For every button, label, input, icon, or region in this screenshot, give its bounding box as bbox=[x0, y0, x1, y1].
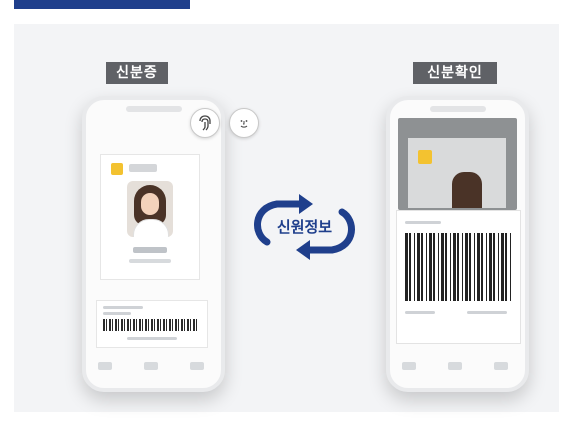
tab-bar bbox=[402, 362, 508, 374]
barcode-card bbox=[96, 300, 208, 348]
barcode bbox=[405, 233, 511, 301]
name-placeholder bbox=[133, 247, 167, 253]
face-id-icon bbox=[229, 108, 259, 138]
emblem-caption-placeholder bbox=[129, 164, 157, 172]
avatar bbox=[127, 181, 173, 237]
emblem-icon bbox=[111, 163, 123, 175]
phone-id-card bbox=[82, 96, 225, 392]
sync-badge: 신원정보 bbox=[247, 190, 362, 264]
verification-result-sheet bbox=[396, 210, 521, 344]
text-line-placeholder bbox=[405, 221, 441, 224]
avatar bbox=[452, 172, 482, 208]
scanned-id-card bbox=[408, 138, 506, 208]
text-line-placeholder bbox=[405, 311, 435, 314]
camera-scan-area bbox=[398, 118, 517, 210]
emblem-icon bbox=[418, 150, 432, 164]
barcode bbox=[103, 319, 199, 331]
tab-bar bbox=[98, 362, 204, 374]
phone-id-verify bbox=[386, 96, 529, 392]
id-card bbox=[100, 154, 200, 280]
fingerprint-icon bbox=[190, 108, 220, 138]
text-line-placeholder bbox=[127, 337, 177, 340]
text-line-placeholder bbox=[103, 306, 143, 309]
text-line-placeholder bbox=[103, 312, 131, 315]
identity-info-text: 신원정보 bbox=[276, 218, 333, 236]
phone-notch bbox=[126, 106, 182, 112]
top-accent-tab bbox=[14, 0, 190, 9]
text-line-placeholder bbox=[467, 311, 507, 314]
label-id-card: 신분증 bbox=[106, 62, 168, 84]
info-placeholder bbox=[129, 259, 171, 263]
phone-notch bbox=[430, 106, 486, 112]
label-id-verify: 신분확인 bbox=[413, 62, 497, 84]
